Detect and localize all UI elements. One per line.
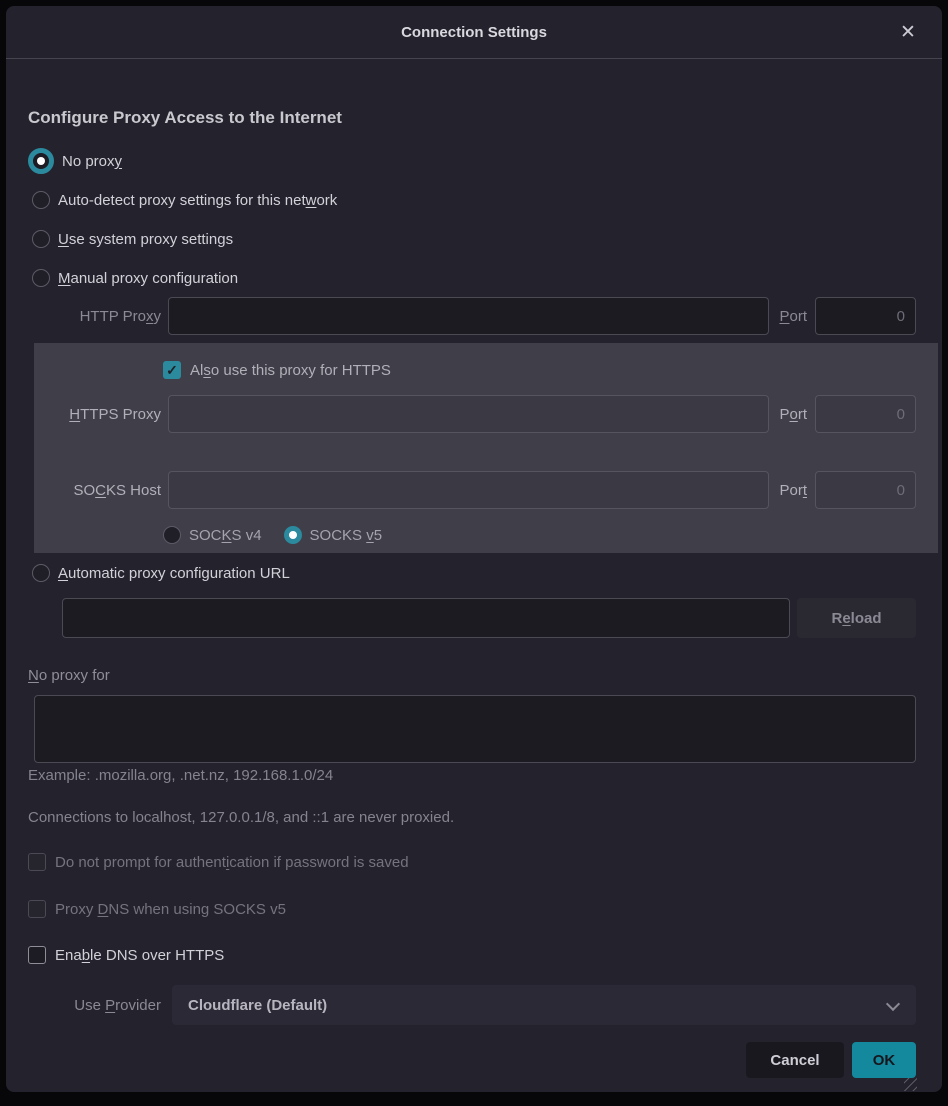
socks-host-label: SOCKS Host bbox=[28, 482, 161, 499]
radio-row-no-proxy[interactable]: No proxy bbox=[28, 148, 122, 174]
no-proxy-example-text: Example: .mozilla.org, .net.nz, 192.168.… bbox=[28, 767, 333, 784]
manual-proxy-radio[interactable] bbox=[32, 269, 50, 287]
socks-v4-radio[interactable] bbox=[163, 526, 181, 544]
socks-port-input[interactable] bbox=[815, 471, 916, 509]
http-proxy-input[interactable] bbox=[168, 297, 769, 335]
doh-provider-row: Use Provider Cloudflare (Default) bbox=[28, 985, 916, 1025]
also-https-checkbox[interactable]: ✓ bbox=[163, 361, 181, 379]
https-proxy-label: HTTPS Proxy bbox=[28, 406, 161, 423]
close-icon[interactable]: ✕ bbox=[890, 6, 926, 59]
auto-detect-label[interactable]: Auto-detect proxy settings for this netw… bbox=[58, 192, 337, 209]
reload-button[interactable]: Reload bbox=[797, 598, 916, 638]
radio-row-auto-detect[interactable]: Auto-detect proxy settings for this netw… bbox=[28, 187, 337, 213]
also-https-label[interactable]: Also use this proxy for HTTPS bbox=[190, 362, 391, 379]
socks-v4-label[interactable]: SOCKS v4 bbox=[189, 527, 262, 544]
socks-port-label: Port bbox=[779, 482, 807, 499]
socks-version-row: SOCKS v4 SOCKS v5 bbox=[163, 522, 382, 548]
http-proxy-row: HTTP Proxy Port bbox=[28, 296, 916, 336]
localhost-note-text: Connections to localhost, 127.0.0.1/8, a… bbox=[28, 809, 454, 826]
no-proxy-radio[interactable] bbox=[28, 148, 54, 174]
resize-grip[interactable] bbox=[904, 1078, 917, 1091]
use-system-label[interactable]: Use system proxy settings bbox=[58, 231, 233, 248]
no-proxy-for-textarea[interactable] bbox=[34, 695, 916, 763]
doh-provider-select[interactable]: Cloudflare (Default) bbox=[172, 985, 916, 1025]
dialog-title: Connection Settings bbox=[401, 24, 547, 41]
no-prompt-checkbox[interactable] bbox=[28, 853, 46, 871]
radio-row-manual[interactable]: Manual proxy configuration bbox=[28, 265, 238, 291]
use-system-radio[interactable] bbox=[32, 230, 50, 248]
http-proxy-label: HTTP Proxy bbox=[28, 308, 161, 325]
radio-row-auto-url[interactable]: Automatic proxy configuration URL bbox=[28, 560, 290, 586]
http-port-input[interactable] bbox=[815, 297, 916, 335]
proxy-dns-label[interactable]: Proxy DNS when using SOCKS v5 bbox=[55, 901, 286, 918]
proxy-dns-row[interactable]: Proxy DNS when using SOCKS v5 bbox=[28, 896, 286, 922]
also-https-row[interactable]: ✓ Also use this proxy for HTTPS bbox=[163, 357, 391, 383]
auto-detect-radio[interactable] bbox=[32, 191, 50, 209]
auto-url-label[interactable]: Automatic proxy configuration URL bbox=[58, 565, 290, 582]
enable-doh-checkbox[interactable] bbox=[28, 946, 46, 964]
auto-url-radio[interactable] bbox=[32, 564, 50, 582]
socks-v5-radio[interactable] bbox=[284, 526, 302, 544]
chevron-down-icon bbox=[886, 997, 900, 1011]
no-proxy-for-label: No proxy for bbox=[28, 667, 110, 684]
auto-url-input[interactable] bbox=[62, 598, 790, 638]
socks-host-row: SOCKS Host Port bbox=[28, 470, 916, 510]
proxy-dns-checkbox[interactable] bbox=[28, 900, 46, 918]
https-port-label: Port bbox=[779, 406, 807, 423]
radio-row-use-system[interactable]: Use system proxy settings bbox=[28, 226, 233, 252]
https-port-input[interactable] bbox=[815, 395, 916, 433]
http-port-label: Port bbox=[779, 308, 807, 325]
https-proxy-row: HTTPS Proxy Port bbox=[28, 394, 916, 434]
titlebar: Connection Settings ✕ bbox=[6, 6, 942, 59]
no-prompt-row[interactable]: Do not prompt for authentication if pass… bbox=[28, 849, 409, 875]
no-proxy-label[interactable]: No proxy bbox=[62, 153, 122, 170]
socks-host-input[interactable] bbox=[168, 471, 769, 509]
enable-doh-label[interactable]: Enable DNS over HTTPS bbox=[55, 947, 224, 964]
https-proxy-input[interactable] bbox=[168, 395, 769, 433]
auto-url-row: Reload bbox=[62, 598, 916, 638]
enable-doh-row[interactable]: Enable DNS over HTTPS bbox=[28, 942, 224, 968]
ok-button[interactable]: OK bbox=[852, 1042, 916, 1078]
connection-settings-dialog: Connection Settings ✕ Configure Proxy Ac… bbox=[6, 6, 942, 1092]
socks-v5-label[interactable]: SOCKS v5 bbox=[310, 527, 383, 544]
no-prompt-label[interactable]: Do not prompt for authentication if pass… bbox=[55, 854, 409, 871]
page-title: Configure Proxy Access to the Internet bbox=[28, 108, 342, 128]
manual-proxy-label[interactable]: Manual proxy configuration bbox=[58, 270, 238, 287]
check-icon: ✓ bbox=[166, 363, 178, 377]
use-provider-label: Use Provider bbox=[28, 997, 161, 1014]
doh-provider-value: Cloudflare (Default) bbox=[188, 997, 327, 1014]
cancel-button[interactable]: Cancel bbox=[746, 1042, 844, 1078]
